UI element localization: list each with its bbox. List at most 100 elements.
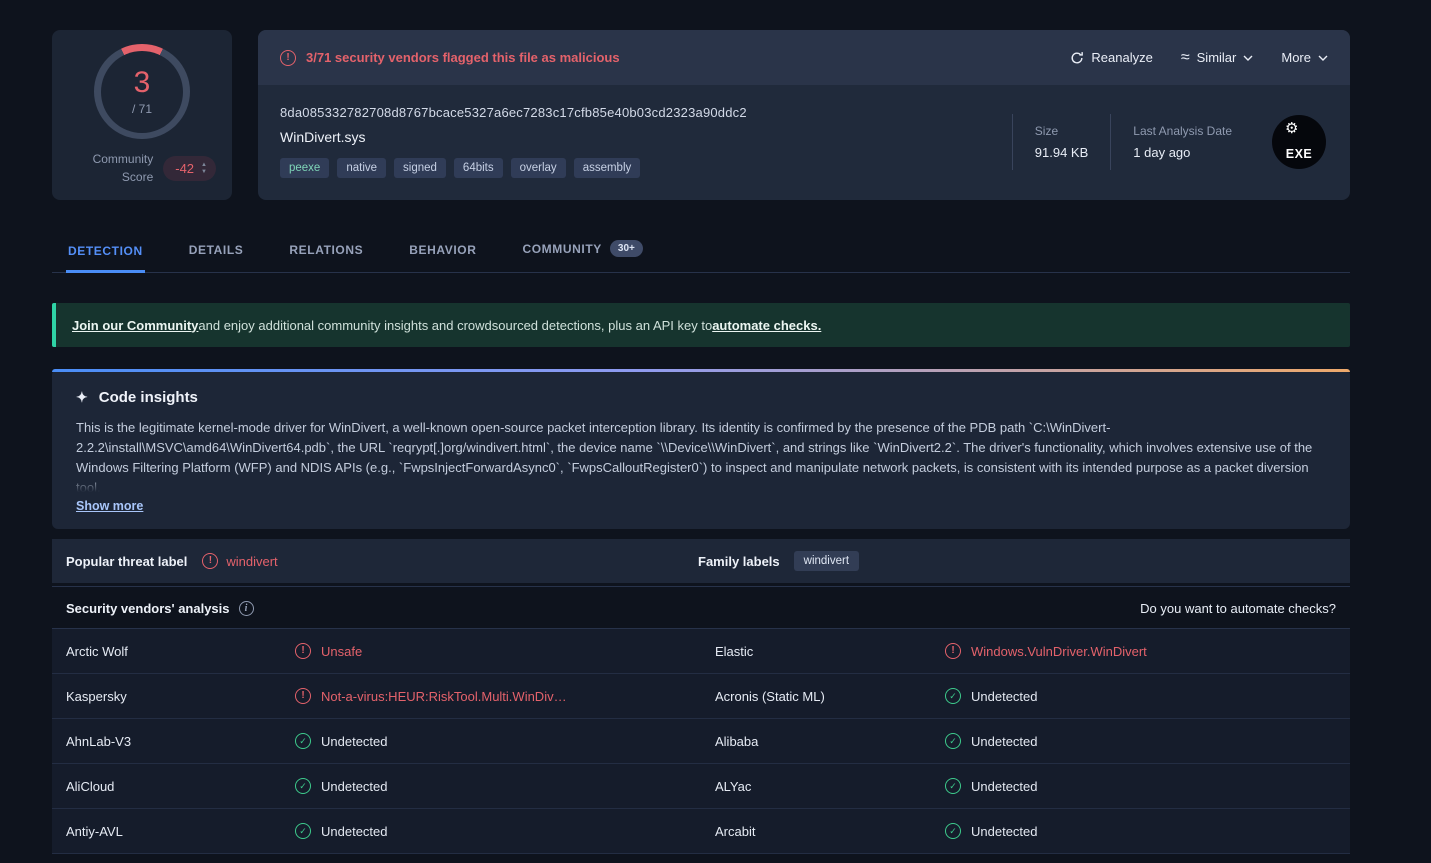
status-icon (295, 778, 311, 794)
file-summary-section: 3 / 71 Community Score -42 ▲ ▼ ! 3/71 se… (52, 30, 1350, 200)
show-more-link[interactable]: Show more (76, 499, 143, 513)
code-insights-body: This is the legitimate kernel-mode drive… (76, 420, 1313, 492)
status-left: Unsafe (295, 643, 715, 659)
vendor-name-right: ALYac (715, 778, 752, 794)
detection-total: / 71 (131, 101, 152, 116)
community-score-stepper[interactable] (201, 162, 207, 175)
filetype-exe-icon: EXE (1272, 114, 1326, 169)
status-icon (945, 643, 961, 659)
reanalyze-icon (1071, 51, 1084, 63)
community-count-badge: 30+ (609, 240, 643, 257)
status-text: Undetected (971, 823, 1038, 839)
tab-behavior[interactable]: BEHAVIOR (407, 233, 478, 272)
code-insights-card: Code insights This is the legitimate ker… (52, 369, 1350, 529)
malicious-alert-banner: 3/71 security vendors flagged this file … (258, 30, 1350, 85)
family-labels-group: Family labels windivert (698, 551, 860, 571)
detection-count: 3 (133, 65, 151, 99)
file-tag[interactable]: overlay (510, 158, 566, 178)
banner-text: and enjoy additional community insights … (198, 317, 713, 333)
status-icon (945, 733, 961, 749)
analysis-section-header: Security vendors' analysis Do you want t… (52, 601, 1350, 616)
code-insights-body-wrap: This is the legitimate kernel-mode drive… (76, 418, 1326, 492)
status-left: Undetected (295, 823, 715, 839)
automate-checks-link[interactable]: automate checks. (712, 318, 821, 333)
reanalyze-button[interactable]: Reanalyze (1070, 50, 1153, 65)
status-icon (295, 733, 311, 749)
vendor-row: Antiy-AVL Undetected Arcabit Undetected (52, 809, 1350, 854)
tab-details[interactable]: DETAILS (187, 233, 246, 272)
automate-checks-question-link[interactable]: Do you want to automate checks? (1140, 601, 1336, 616)
status-icon (295, 688, 311, 704)
vendor-name-right: Acronis (Static ML) (715, 688, 825, 704)
family-labels-label: Family labels (698, 553, 780, 569)
vendor-name-left: Arctic Wolf (66, 643, 128, 659)
status-text: Undetected (321, 733, 388, 749)
gear-icon (1285, 121, 1298, 136)
vendor-name-left: AliCloud (66, 778, 115, 794)
code-insights-header: Code insights (76, 389, 1326, 406)
last-analysis: Last Analysis Date 1 day ago (1110, 113, 1254, 170)
warning-icon (202, 553, 219, 569)
status-left: Not-a-virus:HEUR:RiskTool.Multi.WinDiv… (295, 688, 715, 704)
vendor-row: AhnLab-V3 Undetected Alibaba Undetected (52, 719, 1350, 764)
warning-icon (280, 49, 296, 66)
status-icon (295, 643, 311, 659)
vendor-name-left: Antiy-AVL (66, 823, 123, 839)
file-tags: peexe native signed 64bits overlay assembly (280, 158, 1012, 178)
file-details: 8da085332782708d8767bcace5327a6ec7283c17… (258, 85, 1350, 200)
status-icon (295, 823, 311, 839)
info-icon[interactable] (238, 601, 254, 616)
community-score-badge[interactable]: -42 (163, 156, 216, 182)
family-label-badge[interactable]: windivert (793, 551, 860, 571)
filetype-label: EXE (1285, 146, 1313, 161)
file-identity: 8da085332782708d8767bcace5327a6ec7283c17… (280, 105, 1012, 178)
vendor-row: Arctic Wolf Unsafe Elastic Windows.VulnD… (52, 629, 1350, 674)
stepper-down-icon[interactable] (201, 169, 207, 175)
vendor-name-right: Arcabit (715, 823, 756, 839)
file-tag[interactable]: native (337, 158, 387, 178)
file-size: Size 91.94 KB (1011, 113, 1111, 170)
code-insights-title: Code insights (98, 389, 198, 406)
tab-detection[interactable]: DETECTION (66, 234, 145, 273)
community-score-label: Community Score (92, 152, 154, 184)
tab-bar: DETECTION DETAILS RELATIONS BEHAVIOR COM… (52, 230, 1350, 273)
status-icon (945, 823, 961, 839)
tab-relations[interactable]: RELATIONS (287, 233, 365, 272)
stepper-up-icon[interactable] (201, 162, 207, 168)
chevron-down-icon (1243, 55, 1253, 61)
status-right: Undetected (945, 733, 1336, 749)
join-community-banner: Join our Community and enjoy additional … (52, 303, 1350, 347)
last-analysis-label: Last Analysis Date (1133, 123, 1232, 138)
community-score-row: Community Score -42 (68, 151, 216, 186)
status-text: Not-a-virus:HEUR:RiskTool.Multi.WinDiv… (321, 688, 567, 704)
similar-icon (1181, 50, 1190, 66)
threat-label-value[interactable]: windivert (202, 553, 278, 569)
file-tag[interactable]: peexe (280, 158, 330, 178)
status-text: Undetected (971, 688, 1038, 704)
file-header-card: 3/71 security vendors flagged this file … (258, 30, 1350, 200)
join-community-link[interactable]: Join our Community (72, 318, 198, 333)
status-left: Undetected (295, 778, 715, 794)
divider (52, 586, 1350, 587)
status-left: Undetected (295, 733, 715, 749)
file-tag[interactable]: signed (394, 158, 446, 178)
detection-score-donut: 3 / 71 (94, 44, 190, 140)
file-hash[interactable]: 8da085332782708d8767bcace5327a6ec7283c17… (280, 105, 1012, 120)
status-icon (945, 688, 961, 704)
status-text: Undetected (971, 778, 1038, 794)
tab-community[interactable]: COMMUNITY 30+ (520, 230, 644, 272)
similar-button[interactable]: Similar (1181, 50, 1254, 66)
status-icon (945, 778, 961, 794)
more-button[interactable]: More (1281, 50, 1328, 65)
detection-score-card: 3 / 71 Community Score -42 (52, 30, 232, 200)
file-tag[interactable]: 64bits (453, 158, 503, 178)
file-tag[interactable]: assembly (573, 158, 641, 178)
status-text: Windows.VulnDriver.WinDivert (971, 643, 1147, 659)
chevron-down-icon (1318, 55, 1328, 61)
page-content: 3 / 71 Community Score -42 ▲ ▼ ! 3/71 se… (52, 0, 1350, 854)
status-text: Unsafe (321, 643, 363, 659)
size-label: Size (1034, 123, 1059, 138)
status-text: Undetected (321, 823, 388, 839)
vendor-name-right: Elastic (715, 643, 754, 659)
status-text: Undetected (971, 733, 1038, 749)
